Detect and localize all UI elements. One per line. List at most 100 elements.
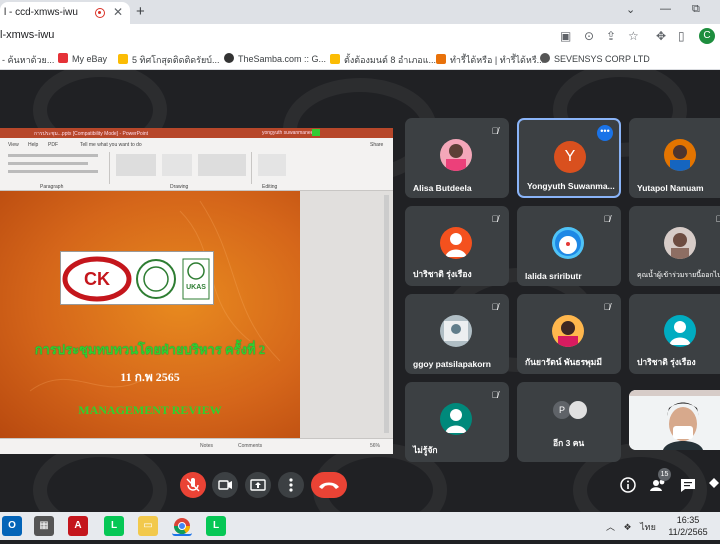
line-icon[interactable]: L bbox=[104, 516, 124, 536]
mic-off-icon: 🎙̸ bbox=[603, 302, 611, 312]
more-options-icon[interactable]: ••• bbox=[597, 125, 613, 141]
group-label: Drawing bbox=[170, 184, 189, 190]
share-icon[interactable]: ⇪ bbox=[606, 29, 616, 43]
mic-off-icon bbox=[186, 478, 200, 492]
avatar bbox=[664, 227, 696, 259]
participant-count-badge: 15 bbox=[658, 468, 671, 481]
camera-toggle-button[interactable] bbox=[212, 472, 238, 498]
participant-tile[interactable]: 🎙̸ Alisa Butdeela bbox=[405, 118, 509, 198]
bookmark-star-icon[interactable]: ☆ bbox=[628, 29, 639, 43]
share-button[interactable]: Share bbox=[370, 142, 383, 148]
bookmark-item[interactable]: ทำรี้ได้หรือ | ทำรี้ได้หรื... bbox=[436, 53, 544, 67]
participant-tile[interactable]: 🎙̸ ปาริชาติ รุ่งเรือง bbox=[405, 206, 509, 286]
tell-me-field[interactable]: Tell me what you want to do bbox=[80, 142, 142, 148]
camera-icon[interactable]: ▣ bbox=[560, 29, 571, 43]
participant-tile[interactable]: ปาริชาติ รุ่งเรือง bbox=[629, 294, 720, 374]
avatar bbox=[552, 227, 584, 259]
chrome-icon[interactable] bbox=[172, 516, 192, 536]
comments-button[interactable]: Comments bbox=[238, 443, 262, 449]
bookmark-icon bbox=[224, 53, 234, 63]
clock[interactable]: 16:35 11/2/2565 bbox=[660, 514, 716, 538]
mic-off-icon: 🎙̸ bbox=[491, 126, 499, 136]
leave-call-button[interactable] bbox=[311, 472, 347, 498]
bookmark-item[interactable]: My eBay bbox=[58, 53, 107, 64]
avatar bbox=[440, 315, 472, 347]
url-field[interactable]: l-xmws-iwu bbox=[0, 29, 54, 41]
ribbon-drawing-group bbox=[112, 152, 252, 184]
avatar bbox=[569, 401, 587, 419]
slide-title: การประชุมทบทวนโดยฝ่ายบริหาร ครั้งที่ 2 bbox=[34, 342, 266, 357]
notes-button[interactable]: Notes bbox=[200, 443, 213, 449]
avatar bbox=[664, 139, 696, 171]
tab-title: l - ccd-xmws-iwu bbox=[4, 7, 78, 18]
calculator-icon[interactable]: ▦ bbox=[34, 516, 54, 536]
participant-tile[interactable]: 🎙̸ ggoy patsilapakorn bbox=[405, 294, 509, 374]
mic-toggle-button[interactable] bbox=[180, 472, 206, 498]
chat-button[interactable] bbox=[678, 475, 698, 495]
recording-icon bbox=[95, 8, 105, 18]
mic-off-icon: 🎙̸ bbox=[491, 214, 499, 224]
line-icon[interactable]: L bbox=[206, 516, 226, 536]
self-video-tile[interactable] bbox=[629, 390, 720, 450]
bookmark-item[interactable]: 5 ทิศโกสุดติดติดรัยบ์... bbox=[118, 53, 219, 67]
browser-tab[interactable]: l - ccd-xmws-iwu ✕ bbox=[0, 2, 130, 24]
participant-tile[interactable]: 🎙̸ คุณน้ำผู้เข้าร่วมรายนี้ออกไป bbox=[629, 206, 720, 286]
folder-icon[interactable]: ▭ bbox=[138, 516, 158, 536]
meeting-info-button[interactable] bbox=[618, 475, 638, 495]
clock-time: 16:35 bbox=[676, 515, 700, 525]
participant-tile[interactable]: 🎙̸ กันยารัตน์ พันธรพุมมี bbox=[517, 294, 621, 374]
profile-avatar[interactable]: C bbox=[699, 28, 715, 44]
participant-tile[interactable]: Yutapol Nanuam bbox=[629, 118, 720, 198]
new-tab-button[interactable]: + bbox=[136, 3, 145, 20]
outlook-icon[interactable]: O bbox=[2, 516, 22, 536]
participant-tile[interactable]: 🎙̸ lalida sriributr bbox=[517, 206, 621, 286]
presentation-window[interactable]: การประชุม...pptx [Compatibility Mode] - … bbox=[0, 128, 393, 454]
lens-icon[interactable]: ⊙ bbox=[584, 29, 594, 43]
avatar bbox=[552, 315, 584, 347]
more-options-button[interactable] bbox=[278, 472, 304, 498]
tab-search-icon[interactable]: ⌄ bbox=[626, 3, 635, 16]
group-label: Paragraph bbox=[40, 184, 64, 190]
person-icon bbox=[440, 403, 472, 435]
window-restore-button[interactable]: ⧉ bbox=[692, 3, 700, 16]
bookmark-item[interactable]: SEVENSYS CORP LTD bbox=[540, 53, 650, 64]
bookmarks-bar: - ค้นหาด้วย... My eBay 5 ทิศโกสุดติดติดร… bbox=[0, 48, 720, 70]
chevron-up-icon[interactable]: ︿ bbox=[606, 522, 615, 532]
slide-canvas[interactable]: CK UKAS การประชุมทบทวนโดยฝ่ายบริหาร ครั้… bbox=[0, 191, 300, 438]
scrollbar[interactable] bbox=[384, 195, 389, 433]
participant-name: คุณน้ำผู้เข้าร่วมรายนี้ออกไป bbox=[637, 272, 720, 279]
participant-name: Alisa Butdeela bbox=[413, 183, 472, 193]
ribbon-tab[interactable]: View bbox=[8, 142, 19, 148]
group-label: Editing bbox=[262, 184, 278, 190]
activities-icon bbox=[709, 478, 719, 488]
ppt-status-bar: Notes Comments 56% bbox=[0, 438, 393, 454]
participant-tile-active[interactable]: ••• Y Yongyuth Suwanma... bbox=[517, 118, 621, 198]
mic-off-icon: 🎙̸ bbox=[491, 390, 499, 400]
language-indicator[interactable]: ไทย bbox=[640, 522, 656, 532]
bookmark-item[interactable]: - ค้นหาด้วย... bbox=[2, 53, 54, 67]
participant-tile[interactable]: 🎙̸ ไม่รู้จัก bbox=[405, 382, 509, 462]
dropbox-icon[interactable]: ❖ bbox=[624, 522, 632, 532]
ribbon-tab[interactable]: Help bbox=[28, 142, 38, 148]
extensions-icon[interactable]: ✥ bbox=[656, 29, 666, 43]
globe-icon bbox=[540, 53, 550, 63]
window-minimize-button[interactable]: — bbox=[660, 3, 671, 15]
mic-off-icon: 🎙̸ bbox=[715, 214, 720, 224]
present-button[interactable] bbox=[245, 472, 271, 498]
sidepanel-icon[interactable]: ▯ bbox=[678, 29, 685, 43]
bookmark-item[interactable]: ตั้งต้องมนต์ 8 อำเภอแ... bbox=[330, 53, 436, 67]
activities-button[interactable] bbox=[706, 475, 720, 495]
self-video bbox=[629, 390, 720, 450]
slide-texture bbox=[29, 200, 281, 392]
ribbon-tab[interactable]: PDF bbox=[48, 142, 58, 148]
ppt-window-title: การประชุม...pptx [Compatibility Mode] - … bbox=[34, 131, 149, 137]
participant-tile-others[interactable]: P อีก 3 คน bbox=[517, 382, 621, 462]
pdf-icon[interactable]: A bbox=[68, 516, 88, 536]
tab-close-icon[interactable]: ✕ bbox=[113, 5, 123, 19]
company-logo-panel: CK UKAS bbox=[60, 251, 214, 305]
bookmark-item[interactable]: TheSamba.com :: G... bbox=[224, 53, 326, 64]
svg-text:CK: CK bbox=[84, 269, 110, 289]
zoom-level[interactable]: 56% bbox=[370, 443, 380, 449]
taskbar: O ▦ A L ▭ L ︿ ❖ ไทย 16:35 11/2/2565 bbox=[0, 512, 720, 540]
participant-name: lalida sriributr bbox=[525, 271, 582, 281]
